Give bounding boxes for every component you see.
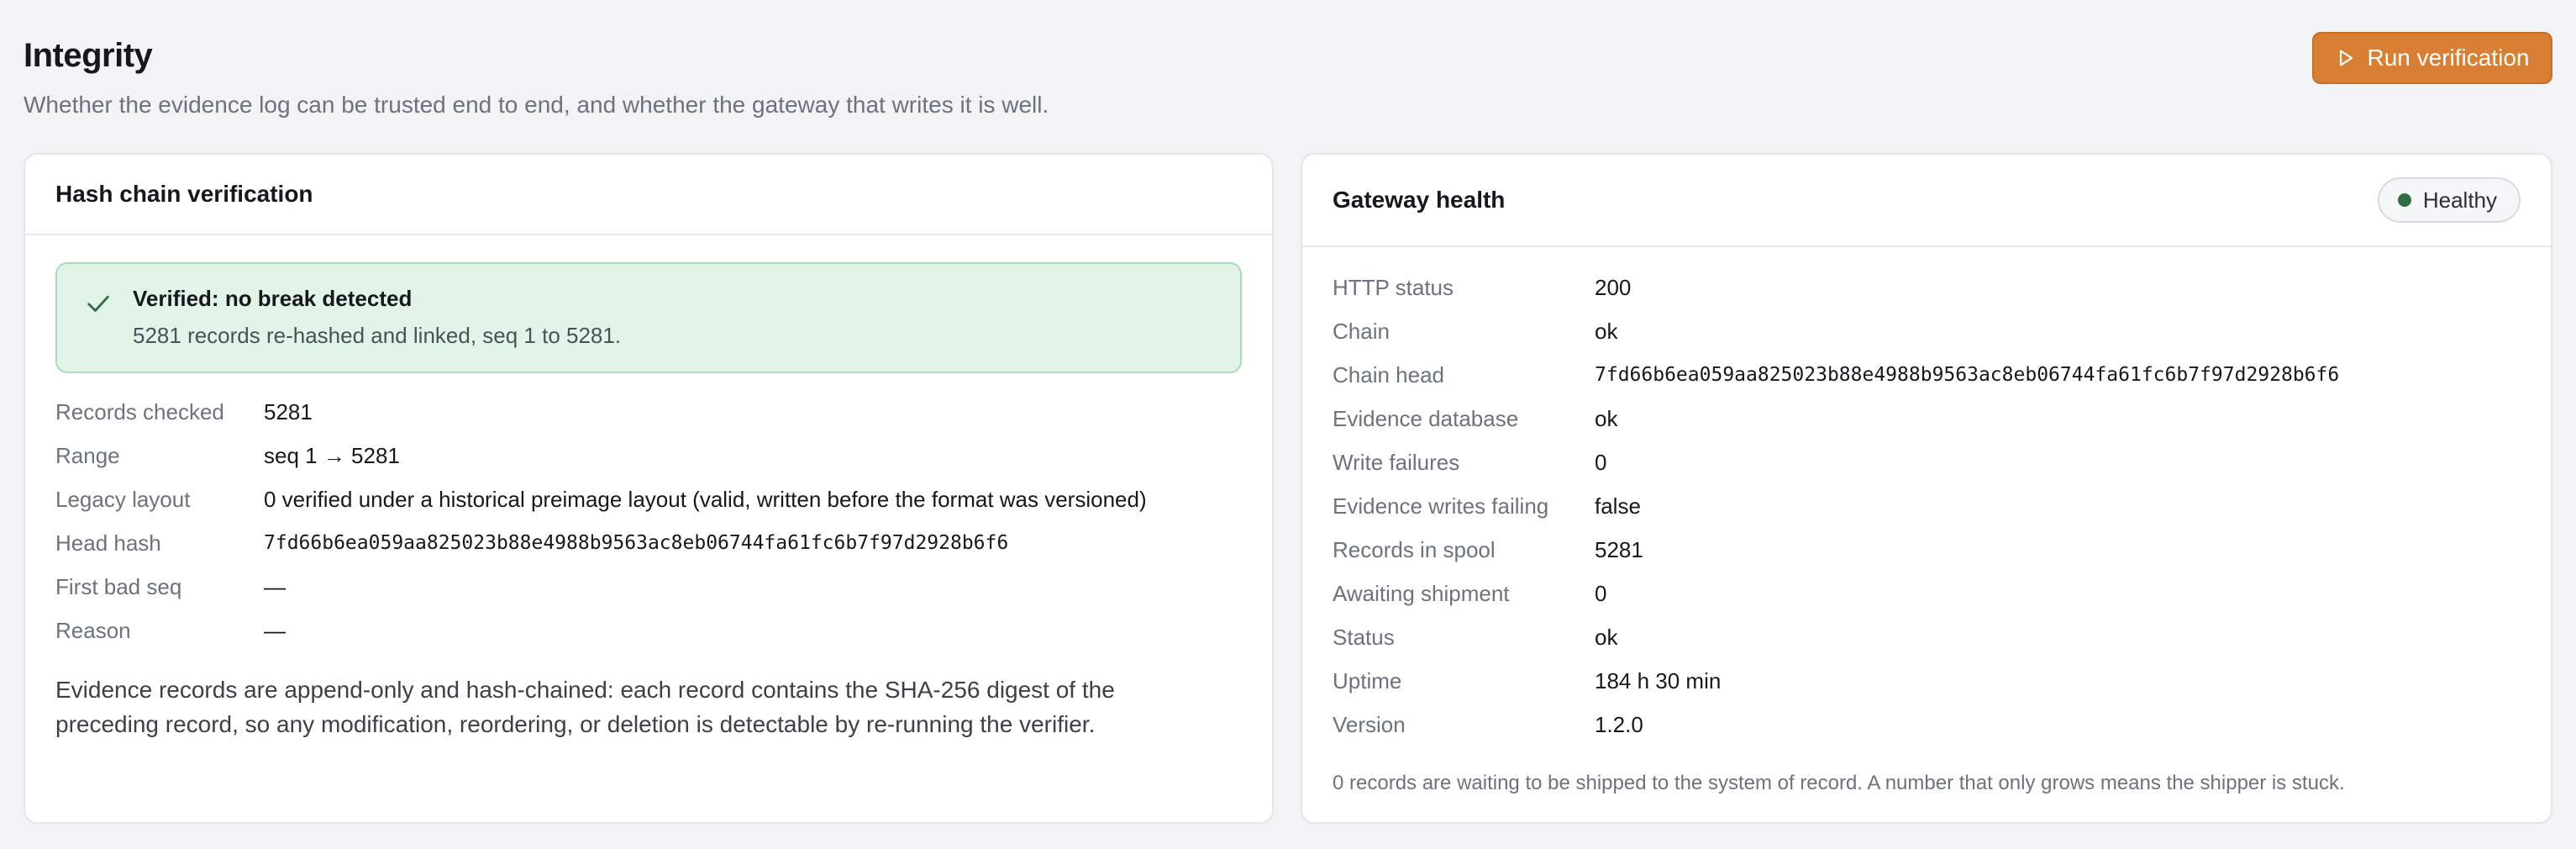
gateway-value: 1.2.0 (1595, 711, 1643, 737)
gateway-row-evidence-writes-failing: Evidence writes failing false (1333, 484, 2521, 528)
detail-label: Legacy layout (55, 486, 191, 512)
status-dot-icon (2397, 193, 2411, 207)
head-hash-value: 7fd66b6ea059aa825023b88e4988b9563ac8eb06… (264, 532, 1009, 554)
detail-row-first-bad-seq: First bad seq — (55, 565, 1242, 609)
gateway-label: Status (1333, 624, 1395, 650)
detail-value: — (264, 617, 286, 643)
detail-value: seq 1 → 5281 (264, 442, 400, 468)
run-verification-label: Run verification (2367, 45, 2530, 71)
detail-value: 5281 (264, 398, 313, 424)
detail-label: Reason (55, 617, 131, 643)
gateway-row-write-failures: Write failures 0 (1333, 440, 2521, 484)
gateway-row-evidence-database: Evidence database ok (1333, 397, 2521, 440)
gateway-row-status: Status ok (1333, 615, 2521, 659)
gateway-card-header: Gateway health Healthy (1302, 155, 2551, 247)
verification-success-alert: Verified: no break detected 5281 records… (55, 262, 1242, 373)
hash-chain-card-header: Hash chain verification (25, 155, 1272, 235)
gateway-value: 0 (1595, 449, 1607, 475)
gateway-row-version: Version 1.2.0 (1333, 703, 2521, 746)
page-title: Integrity (24, 37, 153, 74)
gateway-title: Gateway health (1333, 187, 1506, 213)
gateway-row-chain: Chain ok (1333, 309, 2521, 353)
hash-chain-card: Hash chain verification Verified: no bre… (24, 153, 1274, 824)
gateway-label: Records in spool (1333, 536, 1496, 562)
gateway-details: HTTP status 200 Chain ok Chain head 7fd6… (1302, 247, 2551, 746)
gateway-label: Chain head (1333, 361, 1444, 388)
gateway-label: Awaiting shipment (1333, 580, 1510, 606)
gateway-value: ok (1595, 624, 1618, 650)
alert-text: 5281 records re-hashed and linked, seq 1… (133, 323, 622, 348)
chain-head-value: 7fd66b6ea059aa825023b88e4988b9563ac8eb06… (1595, 364, 2340, 386)
alert-title: Verified: no break detected (133, 286, 413, 311)
play-icon (2339, 50, 2353, 66)
hash-chain-details: Records checked 5281 Range seq 1 → 5281 … (25, 373, 1272, 652)
gateway-note: 0 records are waiting to be shipped to t… (1333, 772, 2345, 794)
gateway-label: Evidence database (1333, 405, 1519, 431)
gateway-row-awaiting-shipment: Awaiting shipment 0 (1333, 572, 2521, 615)
check-icon (87, 295, 109, 312)
gateway-value: 0 (1595, 580, 1607, 606)
gateway-value: 200 (1595, 274, 1632, 300)
gateway-row-http-status: HTTP status 200 (1333, 266, 2521, 309)
gateway-row-chain-head: Chain head 7fd66b6ea059aa825023b88e4988b… (1333, 353, 2521, 397)
gateway-label: HTTP status (1333, 274, 1454, 300)
detail-row-reason: Reason — (55, 609, 1242, 652)
health-status-label: Healthy (2422, 187, 2497, 213)
detail-value: 0 verified under a historical preimage l… (264, 486, 1147, 512)
gateway-health-card: Gateway health Healthy HTTP status 200 C… (1301, 153, 2552, 824)
gateway-label: Version (1333, 711, 1406, 737)
detail-row-records-checked: Records checked 5281 (55, 390, 1242, 434)
page-header: Integrity Whether the evidence log can b… (24, 32, 2552, 124)
hash-chain-title: Hash chain verification (55, 181, 313, 207)
gateway-value: 184 h 30 min (1595, 667, 1722, 693)
gateway-row-records-in-spool: Records in spool 5281 (1333, 528, 2521, 572)
gateway-label: Chain (1333, 318, 1390, 344)
page-subtitle: Whether the evidence log can be trusted … (24, 92, 1049, 118)
gateway-value: ok (1595, 405, 1618, 431)
detail-row-range: Range seq 1 → 5281 (55, 434, 1242, 477)
detail-label: Range (55, 442, 120, 468)
detail-label: Records checked (55, 398, 224, 424)
run-verification-button[interactable]: Run verification (2312, 32, 2552, 84)
gateway-label: Evidence writes failing (1333, 493, 1549, 519)
gateway-label: Write failures (1333, 449, 1460, 475)
detail-row-head-hash: Head hash 7fd66b6ea059aa825023b88e4988b9… (55, 521, 1242, 565)
detail-row-legacy-layout: Legacy layout 0 verified under a histori… (55, 477, 1242, 521)
hash-chain-note: Evidence records are append-only and has… (55, 677, 1115, 737)
gateway-value: ok (1595, 318, 1618, 344)
gateway-value: false (1595, 493, 1641, 519)
detail-label: First bad seq (55, 573, 182, 599)
gateway-label: Uptime (1333, 667, 1402, 693)
gateway-row-uptime: Uptime 184 h 30 min (1333, 659, 2521, 703)
detail-label: Head hash (55, 530, 161, 556)
health-status-badge: Healthy (2377, 177, 2521, 223)
gateway-value: 5281 (1595, 536, 1643, 562)
detail-value: — (264, 573, 286, 599)
